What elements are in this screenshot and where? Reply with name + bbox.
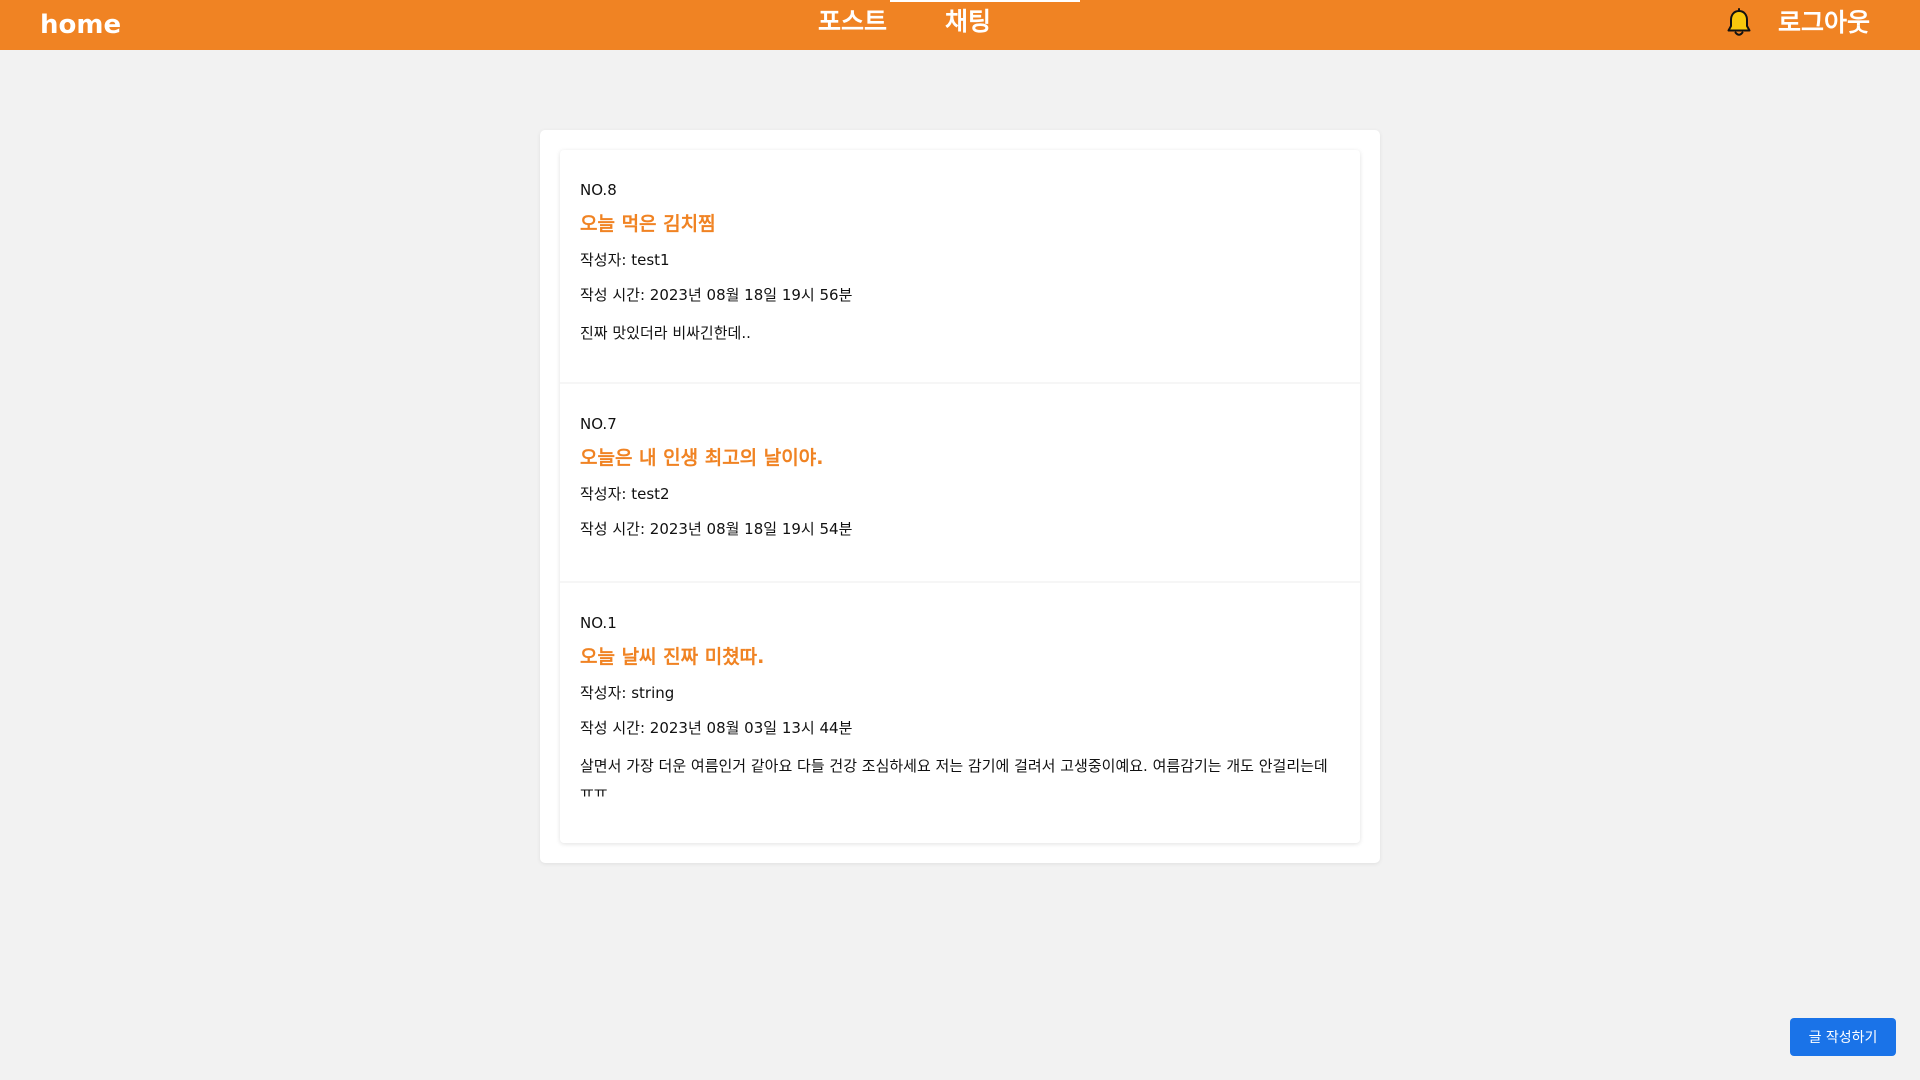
nav-link-chat[interactable]: 채팅 (945, 5, 991, 39)
post-author: 작성자: string (580, 684, 675, 702)
post-card-1[interactable]: NO.1 오늘 날씨 진짜 미쳤따. 작성자: string 작성 시간: 20… (560, 583, 1360, 843)
post-title[interactable]: 오늘 먹은 김치찜 (580, 210, 1340, 238)
post-number: NO.8 (580, 181, 617, 199)
post-number: NO.7 (580, 415, 617, 433)
bell-icon[interactable] (1724, 6, 1754, 40)
home-link[interactable]: home (40, 8, 121, 42)
post-time: 작성 시간: 2023년 08월 18일 19시 54분 (580, 520, 853, 538)
post-body: 진짜 맛있더라 비싸긴한데.. (580, 324, 751, 342)
nav-right: 로그아웃 (1724, 6, 1870, 40)
main-nav: 포스트 채팅 (818, 5, 991, 39)
post-title[interactable]: 오늘 날씨 진짜 미쳤따. (580, 643, 1340, 671)
post-board: NO.8 오늘 먹은 김치찜 작성자: test1 작성 시간: 2023년 0… (540, 130, 1380, 863)
post-body: 살면서 가장 더운 여름인거 같아요 다들 건강 조심하세요 저는 감기에 걸려… (580, 757, 1328, 801)
post-list: NO.8 오늘 먹은 김치찜 작성자: test1 작성 시간: 2023년 0… (560, 150, 1360, 843)
post-time: 작성 시간: 2023년 08월 18일 19시 56분 (580, 286, 853, 304)
post-author: 작성자: test2 (580, 485, 670, 503)
post-title[interactable]: 오늘은 내 인생 최고의 날이야. (580, 444, 1340, 472)
post-author: 작성자: test1 (580, 251, 670, 269)
post-number: NO.1 (580, 614, 617, 632)
post-card-7[interactable]: NO.7 오늘은 내 인생 최고의 날이야. 작성자: test2 작성 시간:… (560, 384, 1360, 583)
write-post-button[interactable]: 글 작성하기 (1790, 1018, 1896, 1056)
active-tab-indicator (890, 0, 1080, 2)
logout-link[interactable]: 로그아웃 (1778, 6, 1870, 40)
post-time: 작성 시간: 2023년 08월 03일 13시 44분 (580, 719, 853, 737)
post-card-8[interactable]: NO.8 오늘 먹은 김치찜 작성자: test1 작성 시간: 2023년 0… (560, 150, 1360, 384)
top-navbar: home 포스트 채팅 로그아웃 (0, 0, 1920, 50)
nav-link-posts[interactable]: 포스트 (818, 5, 887, 39)
